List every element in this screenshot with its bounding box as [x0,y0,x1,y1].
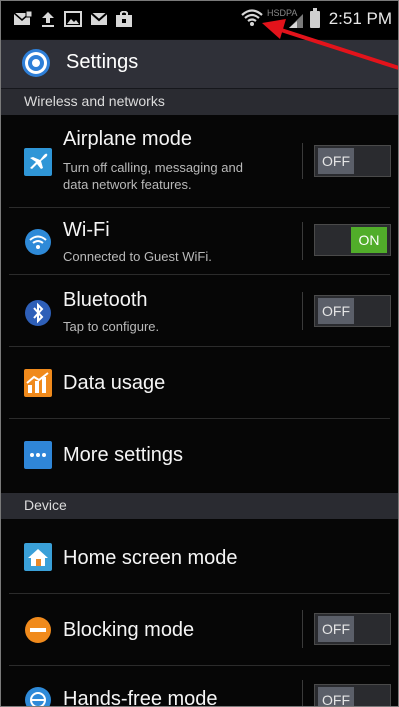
more-icon [24,441,52,469]
hands-free-mode-toggle[interactable]: OFF [314,684,391,706]
bluetooth-icon [25,300,51,326]
blocking-icon [25,617,51,643]
toggle-knob: OFF [318,298,354,324]
divider [302,143,303,179]
settings-item-bluetooth[interactable]: Bluetooth Tap to configure. OFF [1,275,398,347]
airplane-mode-toggle[interactable]: OFF [314,145,391,177]
home-screen-icon [24,543,52,571]
item-title: More settings [63,444,184,466]
divider [302,222,303,260]
section-header-device: Device [1,493,398,519]
divider [302,292,303,330]
item-title: Blocking mode [63,619,195,641]
divider [302,610,303,648]
toggle-knob: OFF [318,616,354,642]
item-title: Hands-free mode [63,688,218,707]
settings-item-more-settings[interactable]: More settings [1,419,398,492]
wifi-toggle[interactable]: ON [314,224,391,256]
gallery-icon [64,11,82,27]
settings-item-data-usage[interactable]: Data usage [1,347,398,419]
settings-item-hands-free-mode[interactable]: Hands-free mode OFF [1,666,398,706]
messages-icon [13,11,33,25]
section-header-wireless: Wireless and networks [1,89,398,115]
item-subtitle-line1: Turn off calling, messaging and [63,160,243,175]
item-subtitle: Connected to Guest WiFi. [63,249,212,264]
section-label: Wireless and networks [24,93,165,109]
gmail-icon [90,12,108,25]
item-title: Home screen mode [63,547,238,569]
shopping-bag-icon [116,11,132,27]
settings-item-home-screen-mode[interactable]: Home screen mode [1,519,398,594]
section-label: Device [24,497,67,513]
toggle-knob: OFF [318,148,354,174]
annotation-arrow-icon [262,19,398,70]
settings-item-airplane-mode[interactable]: Airplane mode Turn off calling, messagin… [1,115,398,208]
blocking-mode-toggle[interactable]: OFF [314,613,391,645]
settings-item-blocking-mode[interactable]: Blocking mode OFF [1,594,398,666]
data-usage-icon [24,369,52,397]
settings-item-wifi[interactable]: Wi-Fi Connected to Guest WiFi. ON [1,208,398,275]
airplane-icon [24,148,52,176]
item-subtitle-line2: data network features. [63,177,192,192]
page-title: Settings [66,51,139,73]
toggle-knob: OFF [318,687,354,706]
gear-icon[interactable] [21,48,51,78]
bluetooth-toggle[interactable]: OFF [314,295,391,327]
item-title: Airplane mode [63,128,192,150]
item-title: Bluetooth [63,289,148,311]
wifi-icon [25,229,51,255]
hands-free-icon [25,687,51,706]
toggle-knob: ON [351,227,387,253]
divider [302,680,303,706]
upload-icon [42,12,54,27]
item-title: Data usage [63,372,166,394]
phone-screen: HSDPA 2:51 PM Settings Wireless and netw… [0,0,399,707]
item-title: Wi-Fi [63,219,110,241]
item-subtitle: Tap to configure. [63,319,160,334]
